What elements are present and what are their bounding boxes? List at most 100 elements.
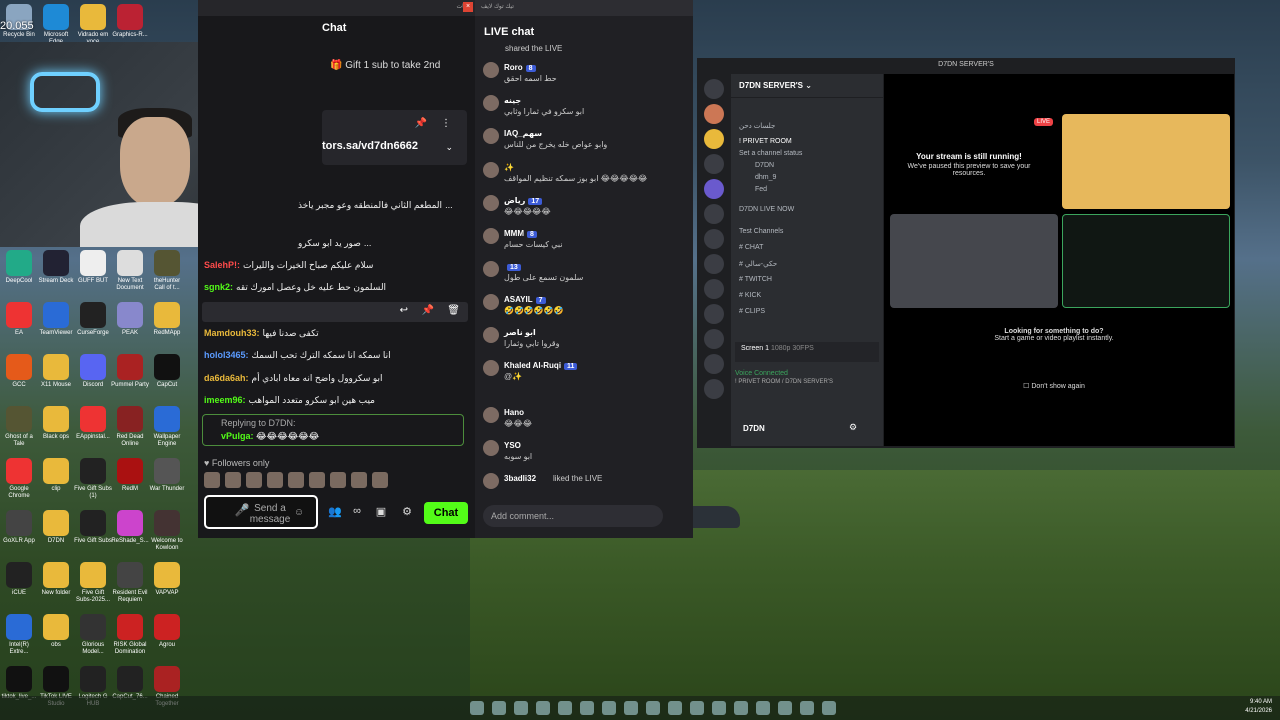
- live-username[interactable]: YSO: [504, 441, 521, 450]
- desktop-icon[interactable]: Five Gift Subs (1): [74, 456, 112, 512]
- channel-item[interactable]: ! PRIVET ROOM: [739, 138, 792, 145]
- desktop-icon[interactable]: clip: [37, 456, 75, 512]
- desktop-icon[interactable]: DeepCool: [0, 248, 38, 304]
- chat-username[interactable]: holol3465:: [204, 350, 249, 360]
- desktop-icon[interactable]: War Thunder: [148, 456, 186, 512]
- live-username[interactable]: Hano: [504, 408, 524, 417]
- video-tile-user[interactable]: [890, 214, 1058, 308]
- desktop-icon[interactable]: Discord: [74, 352, 112, 408]
- live-chat-row[interactable]: 13 سلمون تسمع على طول: [483, 261, 683, 291]
- live-chat-row[interactable]: ASAYIL 7 🤣🤣🤣🤣🤣🤣: [483, 294, 683, 324]
- avatar[interactable]: [483, 62, 499, 78]
- desktop-icon[interactable]: Resident Evil Requiem: [111, 560, 149, 616]
- gear-icon[interactable]: ⚙: [400, 505, 414, 519]
- video-tile-screen[interactable]: [1062, 214, 1230, 308]
- desktop-icon[interactable]: VAPVAP: [148, 560, 186, 616]
- chat-message[interactable]: صور يد ابو سكرو...: [298, 238, 371, 249]
- chat-message[interactable]: sgnk2: السلمون حط عليه خل وعصل امورك تقه: [204, 282, 386, 293]
- pin-icon[interactable]: 📌: [422, 305, 434, 316]
- hovered-message[interactable]: ↩ 📌 🗑: [202, 302, 468, 322]
- live-username[interactable]: جينه: [504, 96, 521, 105]
- user-panel-name[interactable]: D7DN: [743, 424, 765, 433]
- pinned-message[interactable]: 📌 ⋮ tors.sa/vd7dn6662 ⌄: [322, 110, 467, 165]
- avatar[interactable]: [483, 95, 499, 111]
- channel-item[interactable]: # CHAT: [739, 244, 763, 251]
- server-name[interactable]: D7DN SERVER'S ⌄: [731, 74, 883, 98]
- desktop-icon[interactable]: Black ops: [37, 404, 75, 460]
- chat-username[interactable]: da6da6ah:: [204, 373, 249, 383]
- channel-item[interactable]: # TWITCH: [739, 276, 772, 283]
- live-chat-row[interactable]: ابو ناصر وقروا تابي وثمارا: [483, 327, 683, 357]
- chat-message[interactable]: Mamdouh33: تكفى صدنا فيها: [204, 328, 319, 339]
- live-username[interactable]: ASAYIL 7: [504, 295, 546, 304]
- desktop-icon[interactable]: RISK Global Domination: [111, 612, 149, 668]
- chat-username[interactable]: imeem96:: [204, 395, 246, 405]
- chat-send-button[interactable]: Chat: [424, 502, 468, 524]
- desktop-icon[interactable]: EAppinstal...: [74, 404, 112, 460]
- live-username[interactable]: Khaled Al-Ruqi 11: [504, 361, 578, 370]
- channel-item[interactable]: Fed: [755, 186, 767, 193]
- live-chat-row[interactable]: Khaled Al-Ruqi 11 @✨: [483, 360, 683, 390]
- live-chat-row[interactable]: 3badli32 liked the LIVE: [483, 473, 683, 503]
- chat-message[interactable]: holol3465: انا سمكه انا سمكه الترك تحب ال…: [204, 350, 391, 361]
- message-input[interactable]: 🎤 Send a message ☺: [204, 495, 318, 529]
- pinned-link[interactable]: tors.sa/vd7dn6662: [322, 140, 418, 152]
- chat-message[interactable]: imeem96: ميب هين ابو سكرو متعدد المواهب: [204, 395, 375, 406]
- desktop-icon[interactable]: GCC: [0, 352, 38, 408]
- desktop-icon[interactable]: iCUE: [0, 560, 38, 616]
- live-username[interactable]: 3badli32: [504, 474, 536, 483]
- reply-icon[interactable]: ↩: [400, 305, 408, 316]
- desktop-icon[interactable]: theHunter Call of t...: [148, 248, 186, 304]
- avatar[interactable]: [483, 162, 499, 178]
- desktop-icon[interactable]: GoXLR App: [0, 508, 38, 564]
- close-icon[interactable]: ×: [463, 2, 473, 12]
- channel-item[interactable]: Test Channels: [739, 228, 783, 235]
- live-chat-row[interactable]: ✨ ابو بوز سمكه تنظيم المواقف 😂😂😂😂😂: [483, 162, 683, 192]
- desktop-icon[interactable]: CurseForge: [74, 300, 112, 356]
- store-icon[interactable]: ▣: [374, 505, 388, 519]
- emoji-icon[interactable]: ☺: [292, 507, 306, 518]
- desktop-icon[interactable]: Intel(R) Extre...: [0, 612, 38, 668]
- live-username[interactable]: MMM 8: [504, 229, 537, 238]
- avatar[interactable]: [483, 261, 499, 277]
- taskbar-apps[interactable]: [466, 696, 840, 720]
- chat-username[interactable]: sgnk2:: [204, 282, 233, 292]
- avatar[interactable]: [483, 407, 499, 423]
- server-list[interactable]: [699, 74, 729, 444]
- desktop-icon[interactable]: obs: [37, 612, 75, 668]
- desktop-icon[interactable]: TeamViewer: [37, 300, 75, 356]
- live-chat-row[interactable]: Hano 😂😂😂: [483, 407, 683, 437]
- avatar[interactable]: [483, 294, 499, 310]
- avatar[interactable]: [483, 473, 499, 489]
- desktop-icon[interactable]: New folder: [37, 560, 75, 616]
- desktop-icon[interactable]: RedMApp: [148, 300, 186, 356]
- live-username[interactable]: رياض 17: [504, 196, 543, 205]
- live-username[interactable]: IAQ_سهم: [504, 129, 542, 138]
- desktop-icon[interactable]: Red Dead Online: [111, 404, 149, 460]
- live-username[interactable]: ابو ناصر: [504, 328, 536, 337]
- channel-item[interactable]: D7DN LIVE NOW: [739, 206, 794, 213]
- chat-message[interactable]: SalehP!: سلام عليكم صباح الخيرات والليرات: [204, 260, 373, 271]
- desktop-icon[interactable]: Wallpaper Engine: [148, 404, 186, 460]
- live-chat-row[interactable]: MMM 8 نبي كيسات حسام: [483, 228, 683, 258]
- channel-item[interactable]: # حكي-سالي: [739, 260, 777, 268]
- chat-message[interactable]: المطعم الثاني فالمنطقه وعو مجبر ياخذ...: [298, 200, 453, 211]
- desktop-icon[interactable]: D7DN: [37, 508, 75, 564]
- delete-icon[interactable]: 🗑: [447, 305, 460, 316]
- users-icon[interactable]: 👥: [328, 505, 342, 519]
- desktop-icon[interactable]: ReShade_S...: [111, 508, 149, 564]
- screen-share-panel[interactable]: Screen 1 1080p 30FPS: [735, 342, 879, 362]
- channel-item[interactable]: جلسات دحن: [739, 122, 775, 130]
- desktop-icon[interactable]: Agrou: [148, 612, 186, 668]
- avatar[interactable]: [483, 128, 499, 144]
- desktop-icon[interactable]: New Text Document: [111, 248, 149, 304]
- desktop-icon[interactable]: Five Gift Subs-2025...: [74, 560, 112, 616]
- chat-username[interactable]: SalehP!:: [204, 260, 240, 270]
- live-username[interactable]: ✨: [504, 163, 514, 172]
- avatar[interactable]: [483, 228, 499, 244]
- desktop-icon[interactable]: CapCut: [148, 352, 186, 408]
- desktop-icon[interactable]: Five Gift Subs: [74, 508, 112, 564]
- chat-message[interactable]: da6da6ah: ابو سكروول واضح انه معاه ابادي …: [204, 373, 383, 384]
- desktop-icon[interactable]: Google Chrome: [0, 456, 38, 512]
- desktop-icon[interactable]: EA: [0, 300, 38, 356]
